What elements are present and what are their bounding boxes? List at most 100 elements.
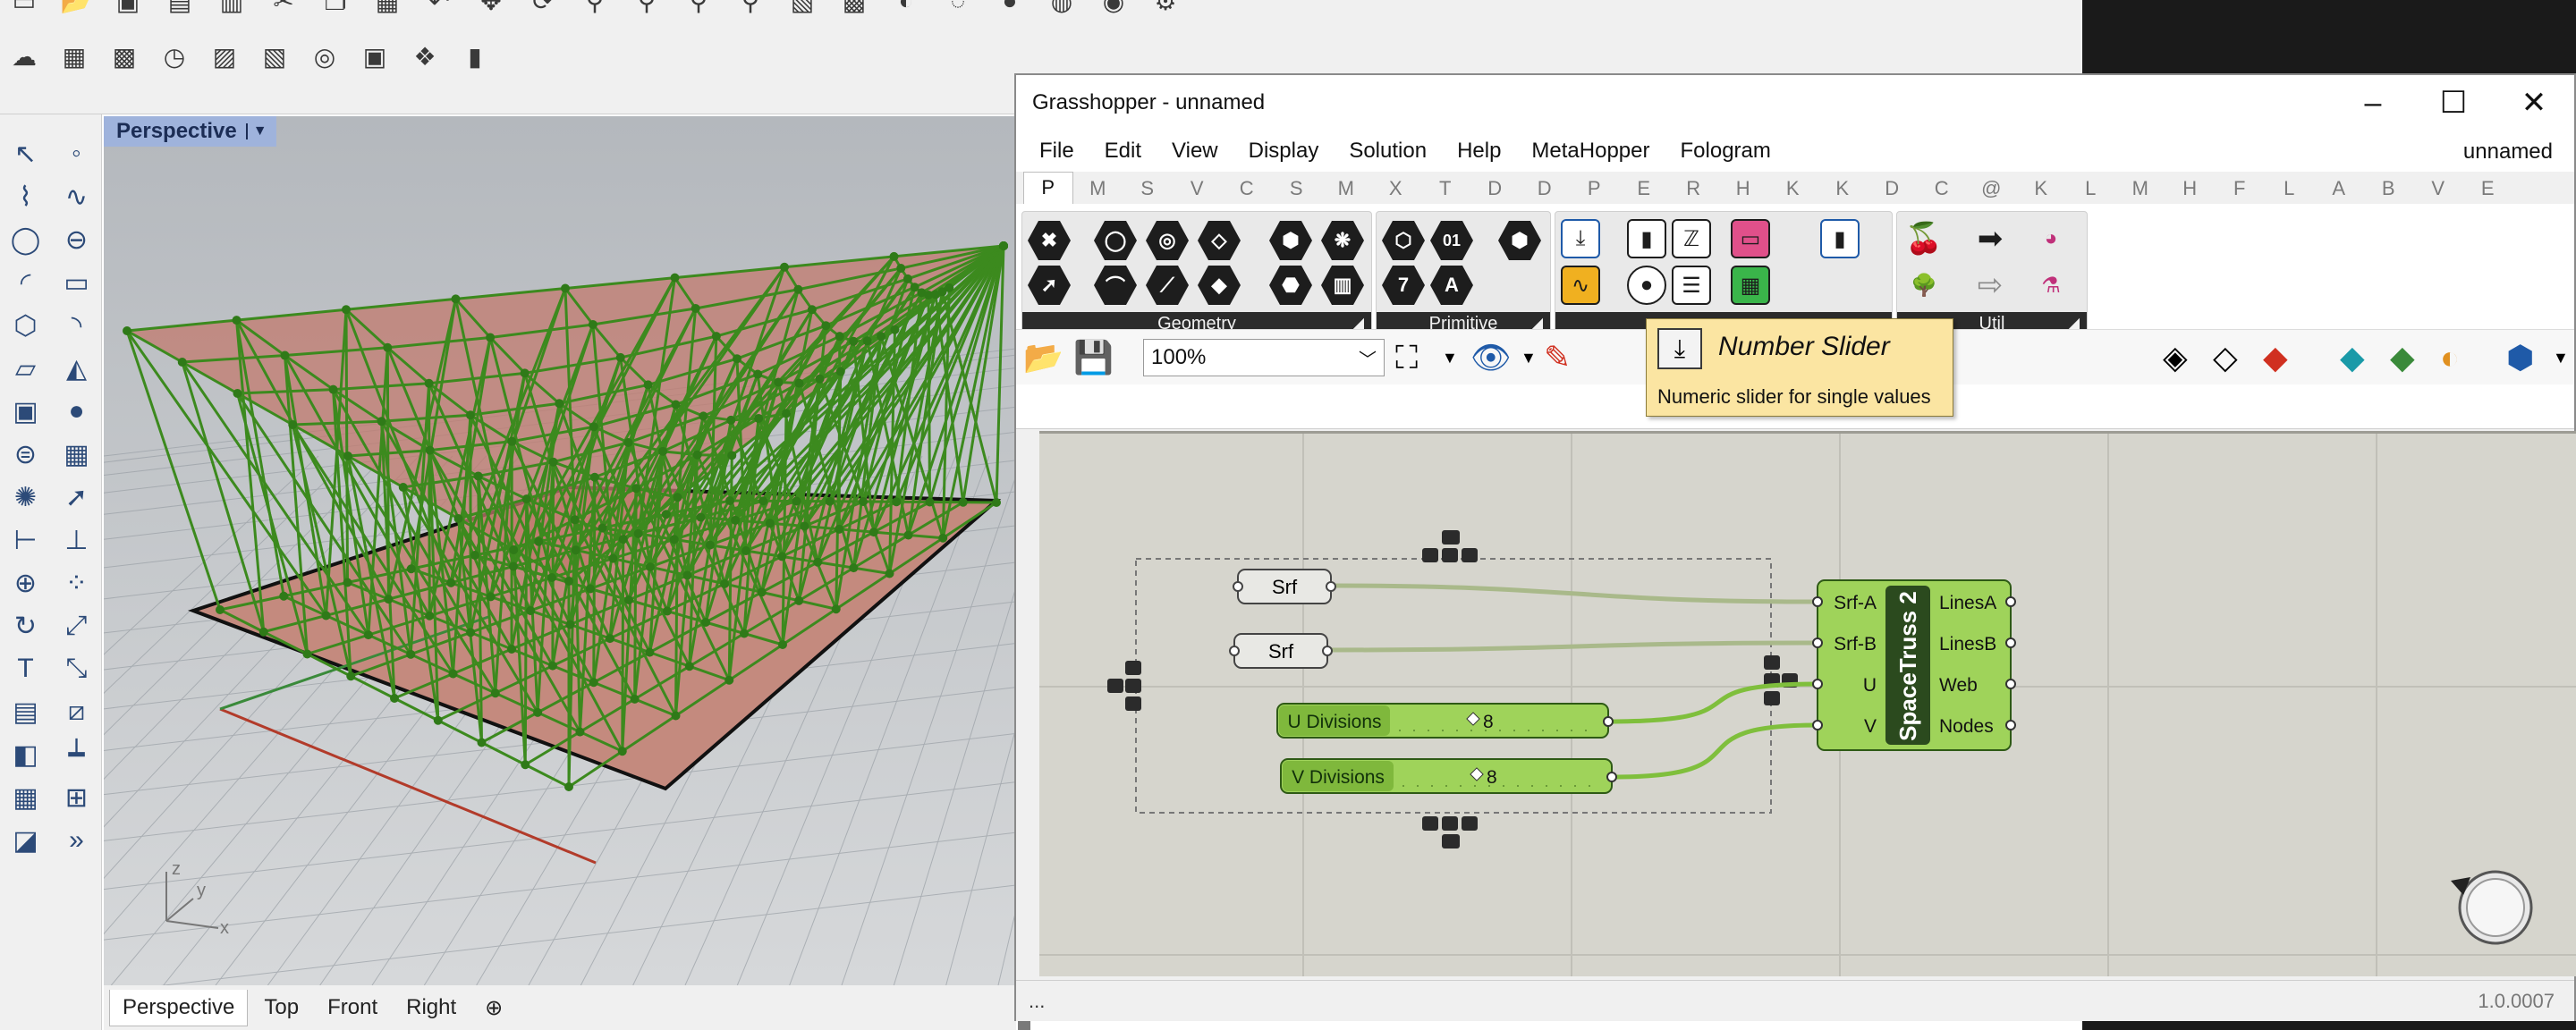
tab-perspective[interactable]: Perspective (109, 989, 249, 1026)
geometry-param-icon[interactable]: ✖ (1028, 221, 1071, 260)
component-tab[interactable]: C (1222, 177, 1272, 204)
rendered-icon[interactable]: ◐ (889, 0, 923, 18)
ruler-icon[interactable]: ┷ (68, 739, 84, 771)
plane-param-icon[interactable]: ◇ (1198, 221, 1241, 260)
slider-v-divisions[interactable]: V Divisions 8 (1280, 758, 1617, 794)
input-srf-b[interactable]: Srf-B (1834, 634, 1877, 654)
material-icon[interactable]: ● (993, 0, 1027, 18)
bucket-icon[interactable]: ◪ (13, 825, 38, 857)
output-lines-b[interactable]: LinesB (1939, 634, 1996, 654)
cherry-icon[interactable]: 🍒 (1904, 219, 1944, 258)
save-document-icon[interactable]: 💾 (1073, 341, 1114, 375)
open-file-icon[interactable]: 📂 (59, 0, 93, 18)
component-tab[interactable]: P (1570, 177, 1620, 204)
perspective-viewport[interactable]: zyx Perspective ▼ (104, 116, 1016, 985)
component-tab[interactable]: D (1470, 177, 1521, 204)
document-preview-icon[interactable]: ⬢ (2506, 341, 2534, 375)
menu-edit[interactable]: Edit (1105, 139, 1141, 164)
zoom-extents-icon[interactable]: ⛶ (1395, 341, 1418, 375)
mesh-icon[interactable]: ▦ (64, 439, 89, 470)
boolean-icon[interactable]: ⊕ (14, 568, 37, 599)
component-tab[interactable]: S (1123, 177, 1173, 204)
ellipse-icon[interactable]: ⊖ (65, 224, 88, 256)
group-resize-grips[interactable] (1107, 530, 1798, 848)
circle-icon[interactable]: ◯ (11, 224, 41, 256)
component-tab[interactable]: D (1520, 177, 1570, 204)
preview-selected-icon[interactable]: ◆ (2340, 341, 2365, 375)
output-nodes[interactable]: Nodes (1939, 716, 1994, 737)
properties-icon[interactable]: ◎ (308, 39, 342, 73)
curve-icon[interactable]: ∿ (65, 182, 88, 213)
chevron-down-icon[interactable]: ﹀ (1359, 345, 1377, 371)
menu-fologram[interactable]: Fologram (1681, 139, 1771, 164)
zoom-window-icon[interactable]: ⚲ (630, 0, 664, 18)
sphere-render-icon[interactable]: ◉ (1097, 0, 1131, 18)
component-tab[interactable]: P (1023, 172, 1073, 204)
preview-mode-icon[interactable]: ◈ (2163, 341, 2188, 375)
polyline-icon[interactable]: ⌇ (19, 182, 32, 213)
component-tab[interactable]: B (2364, 177, 2414, 204)
srf-param-b[interactable]: Srf (1229, 633, 1333, 669)
surface-param-icon[interactable]: ▥ (1321, 266, 1364, 305)
options-icon[interactable]: ⚙ (1148, 0, 1182, 18)
line-param-icon[interactable]: ⟋ (1146, 266, 1189, 305)
gradient-icon[interactable]: ▭ (1731, 219, 1770, 258)
preview-eye-icon[interactable]: 👁 (1470, 341, 1512, 375)
component-tab[interactable]: D (1868, 177, 1918, 204)
output-web[interactable]: Web (1939, 675, 1978, 696)
cluster-icon[interactable]: ◕ (2031, 219, 2071, 258)
spacetruss-component[interactable]: SpaceTruss 2 Srf-A Srf-B U V LinesA Line… (1812, 579, 2016, 751)
wireframe-preview-icon[interactable]: ◇ (2213, 341, 2238, 375)
save-icon[interactable]: ▣ (111, 0, 145, 18)
box-icon[interactable]: ▣ (13, 396, 38, 427)
solid-icon[interactable]: ◧ (13, 739, 38, 771)
point-icon[interactable]: ◦ (72, 139, 81, 169)
paste-icon[interactable]: ▦ (370, 0, 404, 18)
camera-icon[interactable]: ▣ (358, 39, 392, 73)
copy-icon[interactable]: ❐ (318, 0, 352, 18)
menu-display[interactable]: Display (1249, 139, 1319, 164)
component-tab[interactable]: K (1768, 177, 1818, 204)
import-icon[interactable]: ▥ (215, 0, 249, 18)
value-list-icon[interactable]: ☰ (1672, 266, 1711, 305)
render-icon[interactable]: ◍ (1045, 0, 1079, 18)
data-dam-icon[interactable]: ➡ (1970, 219, 2010, 258)
close-icon[interactable]: ✕ (2494, 75, 2574, 131)
component-tab[interactable]: M (1073, 177, 1123, 204)
layer-grid-icon[interactable]: ▦ (57, 39, 91, 73)
grasshopper-titlebar[interactable]: Grasshopper - unnamed – ☐ ✕ (1016, 75, 2574, 131)
transform-icon[interactable]: ⧄ (68, 697, 85, 727)
component-tab[interactable]: M (2115, 177, 2165, 204)
component-tab[interactable]: A (2314, 177, 2364, 204)
cloud-icon[interactable]: ☁ (7, 39, 41, 73)
dimension-icon[interactable]: ⤡ (66, 654, 88, 684)
component-tab[interactable]: K (2016, 177, 2066, 204)
layer-icon[interactable]: ▩ (107, 39, 141, 73)
component-tab[interactable]: K (1818, 177, 1868, 204)
viewport-title[interactable]: Perspective ▼ (104, 116, 276, 147)
zoom-select[interactable]: 100% ﹀ (1143, 339, 1385, 376)
input-srf-a[interactable]: Srf-A (1834, 593, 1877, 613)
points-icon[interactable]: ⁘ (65, 568, 88, 599)
move-arrow-icon[interactable]: ➚ (65, 482, 88, 513)
tab-right[interactable]: Right (394, 990, 469, 1026)
component-tab[interactable]: L (2265, 177, 2315, 204)
light-icon[interactable]: ◌ (941, 0, 975, 18)
rotate-view-icon[interactable]: ⟳ (526, 0, 560, 18)
arc-icon[interactable]: ◜ (21, 267, 31, 299)
component-tab[interactable]: R (1669, 177, 1719, 204)
component-tab[interactable]: M (1321, 177, 1371, 204)
box-param-icon[interactable]: ⬣ (1269, 266, 1312, 305)
shaded-icon[interactable]: ▩ (837, 0, 871, 18)
menu-file[interactable]: File (1039, 139, 1074, 164)
trim-icon[interactable]: ⊥ (64, 525, 88, 556)
component-tab[interactable]: L (2066, 177, 2116, 204)
explode-icon[interactable]: ⊞ (65, 782, 88, 814)
input-v[interactable]: V (1864, 716, 1877, 737)
pan-icon[interactable]: ✥ (474, 0, 508, 18)
chevron-down-icon[interactable]: ▼ (2553, 341, 2569, 375)
srf-param-a[interactable]: Srf (1233, 569, 1336, 604)
input-u[interactable]: U (1863, 675, 1877, 696)
zoom-selected-icon[interactable]: ⚲ (733, 0, 767, 18)
colour-swatch-icon[interactable]: ▮ (1820, 219, 1860, 258)
